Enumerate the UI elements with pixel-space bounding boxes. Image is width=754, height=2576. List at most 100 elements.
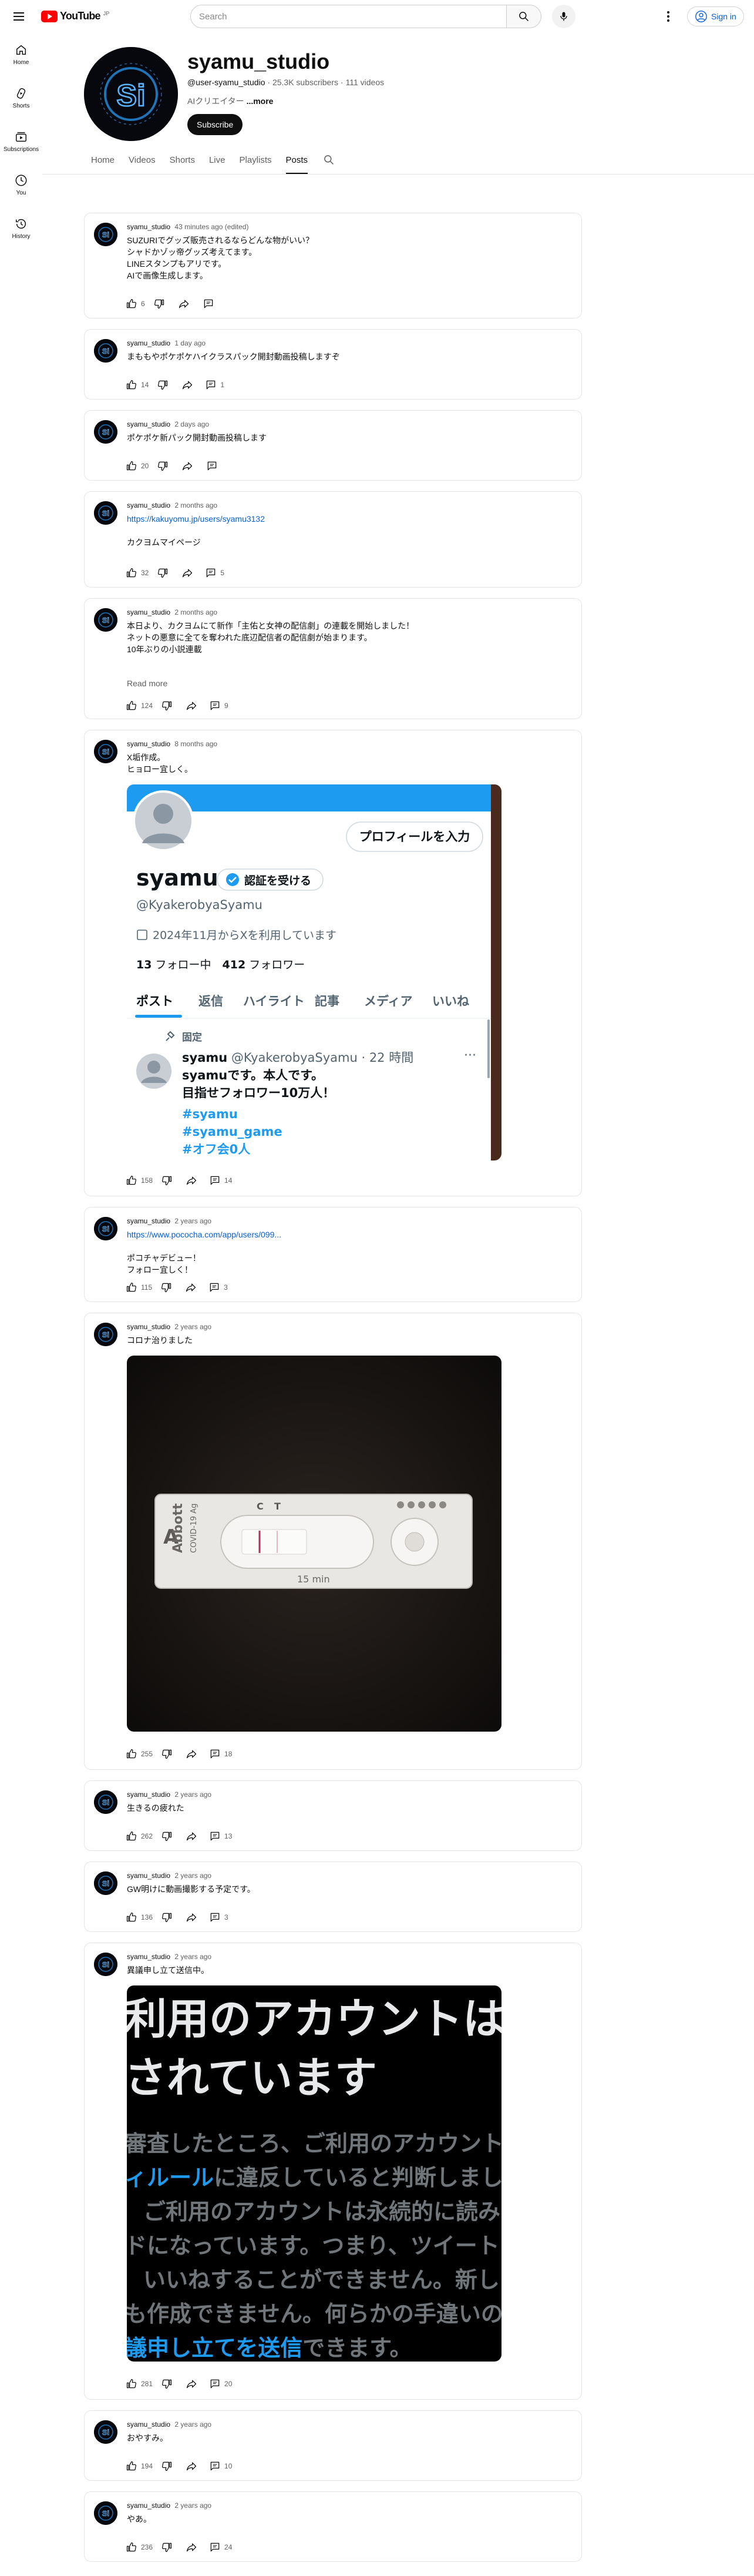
post-time[interactable]: 2 months ago [174, 501, 217, 509]
like-button[interactable]: 262 [122, 1826, 156, 1847]
like-button[interactable]: 236 [122, 2537, 156, 2558]
dislike-button[interactable] [156, 2537, 177, 2558]
comment-button[interactable]: 14 [206, 1170, 235, 1191]
comment-button[interactable]: 24 [206, 2537, 235, 2558]
post-time[interactable]: 8 months ago [174, 740, 217, 748]
post-author-avatar[interactable]: Si [94, 1217, 117, 1240]
post-time[interactable]: 2 years ago [174, 1871, 211, 1880]
dislike-button[interactable] [156, 1277, 177, 1298]
comment-button[interactable]: 3 [206, 1907, 232, 1928]
dislike-button[interactable] [152, 374, 173, 395]
share-button[interactable] [177, 455, 198, 477]
share-button[interactable] [181, 1170, 202, 1191]
post-time[interactable]: 2 years ago [174, 2501, 211, 2510]
dislike-button[interactable] [156, 2456, 177, 2477]
post-author-avatar[interactable]: Si [94, 2501, 117, 2525]
like-button[interactable]: 124 [122, 695, 156, 716]
comment-button[interactable]: 9 [206, 695, 232, 716]
post-author-avatar[interactable]: Si [94, 223, 117, 246]
like-button[interactable]: 115 [122, 1277, 156, 1298]
post-image[interactable]: A Abbott COVID-19 Ag C T 15 min [127, 1356, 501, 1732]
share-button[interactable] [173, 293, 194, 314]
post-time[interactable]: 2 years ago [174, 1323, 211, 1331]
post-time[interactable]: 1 day ago [174, 339, 206, 347]
menu-icon[interactable] [12, 9, 26, 24]
like-button[interactable]: 194 [122, 2456, 156, 2477]
read-more-link[interactable]: Read more [127, 679, 167, 688]
comment-button[interactable] [198, 293, 219, 314]
post-author-avatar[interactable]: Si [94, 339, 117, 363]
sidebar-item-subscriptions[interactable]: Subscriptions [0, 120, 42, 163]
dislike-button[interactable] [156, 1170, 177, 1191]
tab-shorts[interactable]: Shorts [163, 146, 202, 174]
post-author[interactable]: syamu_studio [127, 608, 170, 616]
like-button[interactable]: 6 [122, 293, 149, 314]
share-button[interactable] [177, 374, 198, 395]
channel-description[interactable]: AIクリエイター ...more [187, 95, 273, 107]
tab-live[interactable]: Live [202, 146, 233, 174]
search-button[interactable] [506, 5, 541, 28]
post-author-avatar[interactable]: Si [94, 2420, 117, 2444]
search-input[interactable]: Search [190, 5, 507, 28]
like-button[interactable]: 14 [122, 374, 152, 395]
share-button[interactable] [177, 562, 198, 583]
subscribe-button[interactable]: Subscribe [187, 114, 243, 135]
like-button[interactable]: 255 [122, 1743, 156, 1765]
post-author-avatar[interactable]: Si [94, 1323, 117, 1346]
post-author[interactable]: syamu_studio [127, 1953, 170, 1961]
share-button[interactable] [181, 695, 202, 716]
post-author-avatar[interactable]: Si [94, 501, 117, 525]
like-button[interactable]: 136 [122, 1907, 156, 1928]
sidebar-item-history[interactable]: History [0, 207, 42, 250]
share-button[interactable] [181, 2456, 202, 2477]
post-time[interactable]: 2 years ago [174, 2420, 211, 2429]
dislike-button[interactable] [149, 293, 170, 314]
more-link[interactable]: ...more [247, 96, 274, 106]
post-time[interactable]: 43 minutes ago (edited) [174, 223, 248, 231]
comment-button[interactable]: 20 [206, 2373, 235, 2394]
sidebar-item-you[interactable]: You [0, 163, 42, 207]
tab-home[interactable]: Home [84, 146, 122, 174]
post-author[interactable]: syamu_studio [127, 1871, 170, 1880]
post-author[interactable]: syamu_studio [127, 1790, 170, 1799]
post-link[interactable]: https://www.pococha.com/app/users/099... [127, 1230, 281, 1239]
post-author-avatar[interactable]: Si [94, 1871, 117, 1895]
post-time[interactable]: 2 days ago [174, 420, 209, 428]
share-button[interactable] [180, 1277, 201, 1298]
post-time[interactable]: 2 years ago [174, 1953, 211, 1961]
comment-button[interactable]: 3 [205, 1277, 231, 1298]
like-button[interactable]: 158 [122, 1170, 156, 1191]
post-author[interactable]: syamu_studio [127, 223, 170, 231]
dislike-button[interactable] [156, 695, 177, 716]
share-button[interactable] [181, 1743, 202, 1765]
post-author-avatar[interactable]: Si [94, 608, 117, 632]
like-button[interactable]: 20 [122, 455, 152, 477]
post-author[interactable]: syamu_studio [127, 2501, 170, 2510]
share-button[interactable] [181, 2537, 202, 2558]
post-time[interactable]: 2 years ago [174, 1790, 211, 1799]
post-author[interactable]: syamu_studio [127, 1217, 170, 1225]
dislike-button[interactable] [156, 1743, 177, 1765]
tab-posts[interactable]: Posts [279, 146, 315, 174]
comment-button[interactable]: 1 [201, 374, 228, 395]
post-time[interactable]: 2 months ago [174, 608, 217, 616]
post-link[interactable]: https://kakuyomu.jp/users/syamu3132 [127, 514, 265, 524]
post-author-avatar[interactable]: Si [94, 420, 117, 444]
comment-button[interactable]: 18 [206, 1743, 235, 1765]
post-author-avatar[interactable]: Si [94, 740, 117, 763]
post-image[interactable]: プロフィールを入力 syamu 認証を受ける @KyakerobyaSyamu … [127, 784, 501, 1160]
share-button[interactable] [181, 2373, 202, 2394]
comment-button[interactable]: 5 [201, 562, 228, 583]
tab-videos[interactable]: Videos [122, 146, 163, 174]
share-button[interactable] [181, 1826, 202, 1847]
dislike-button[interactable] [156, 1907, 177, 1928]
like-button[interactable]: 32 [122, 562, 152, 583]
voice-search-button[interactable] [552, 5, 575, 28]
post-author-avatar[interactable]: Si [94, 1790, 117, 1814]
post-author[interactable]: syamu_studio [127, 1323, 170, 1331]
post-time[interactable]: 2 years ago [174, 1217, 211, 1225]
post-author-avatar[interactable]: Si [94, 1953, 117, 1976]
post-author[interactable]: syamu_studio [127, 420, 170, 428]
comment-button[interactable] [201, 455, 223, 477]
sidebar-item-home[interactable]: Home [0, 33, 42, 76]
